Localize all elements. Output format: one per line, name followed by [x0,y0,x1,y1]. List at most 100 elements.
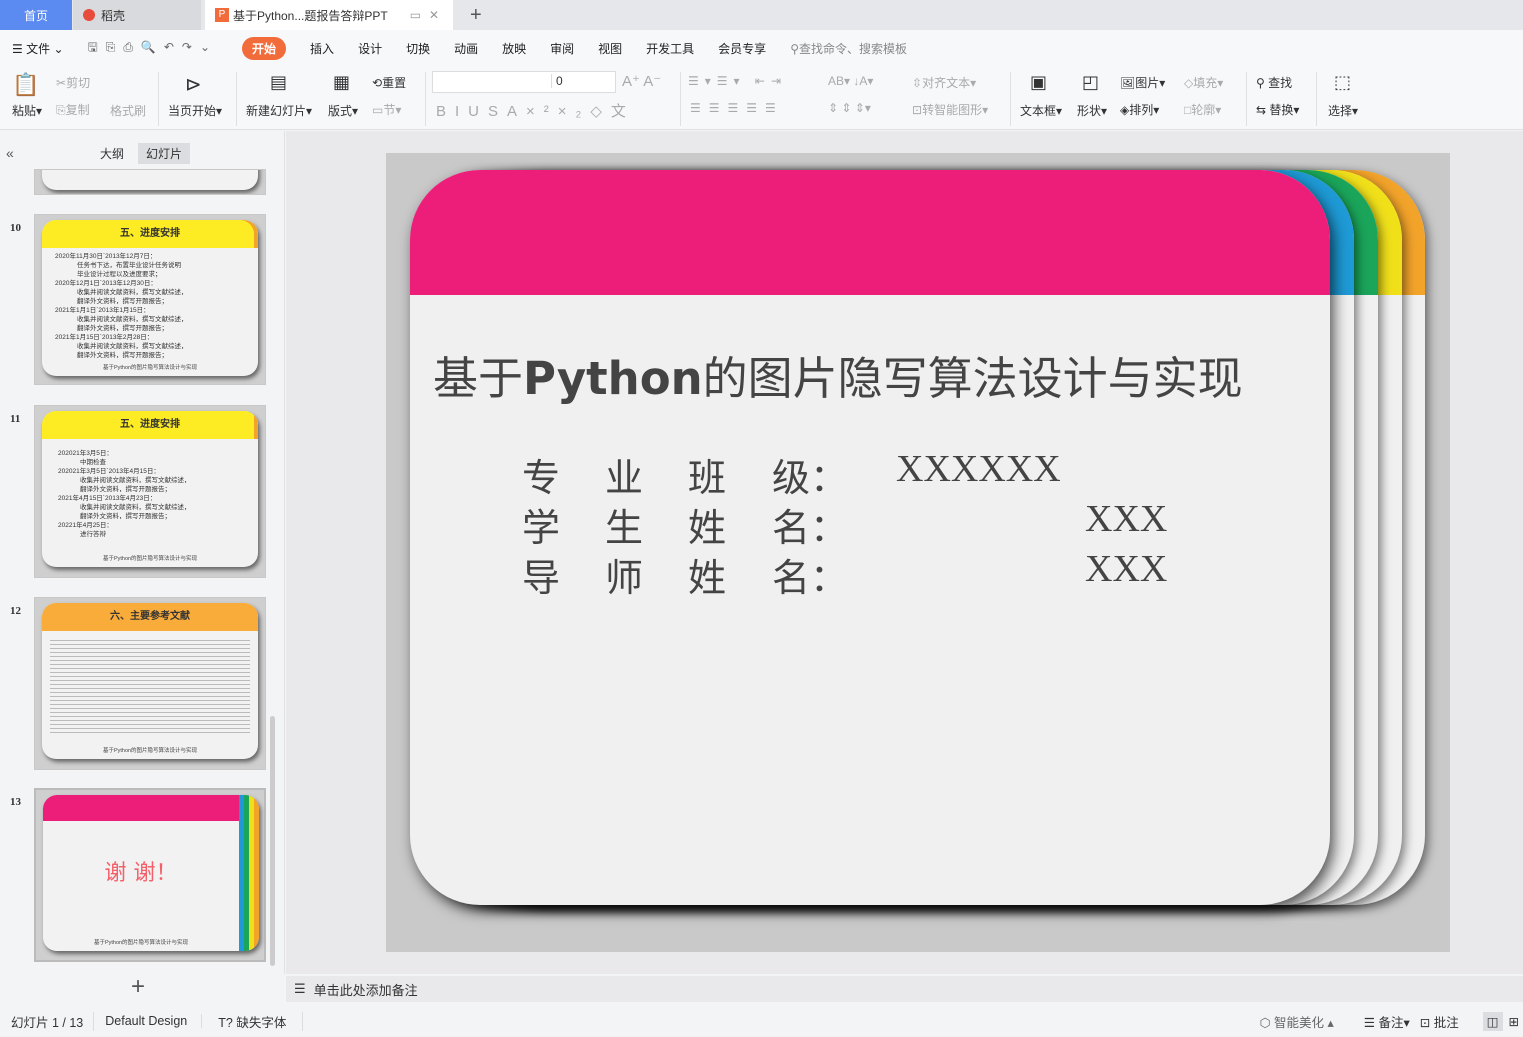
paste-button[interactable]: 粘贴▾ [12,102,42,119]
new-tab-button[interactable]: + [460,0,482,30]
slide-thumbnail-9[interactable] [34,169,266,195]
tab-label: 首页 [23,8,48,23]
thumb-text-line: 翻译外文资料，撰写开题报告； [80,513,171,520]
theme-name[interactable]: Default Design [105,1014,203,1028]
references-text [50,637,250,735]
file-menu[interactable]: ☰ 文件 ⌄ [12,40,64,57]
title-part: 的图片隐写算法设计与实现 [702,352,1243,405]
font-format-buttons[interactable]: BIUSA×²×₂◇文 [436,100,635,121]
align-text-button[interactable]: ⇳对齐文本▾ [912,74,976,91]
tab-docer[interactable]: 稻壳 [73,0,201,30]
notes-toggle-label: 备注 [1378,1015,1404,1030]
slide-thumbnail-10[interactable]: 五、进度安排 2020年11月30日`2013年12月7日： 任务书下达，布置毕业… [34,214,266,385]
close-icon[interactable]: ✕ [429,8,439,22]
new-slide-button[interactable]: 新建幻灯片▾ [246,102,312,119]
notes-area[interactable]: ☰ 单击此处添加备注 [286,976,1523,1002]
tab-slides[interactable]: 幻灯片 [138,143,191,164]
tab-document[interactable]: P 基于Python...题报告答辩PPT ▭ ✕ [205,0,453,30]
format-painter-button[interactable]: 格式刷 [110,102,146,119]
slide-thumbnail-11[interactable]: 五、进度安排 202021年3月5日： 中期检查 202021年3月5日`2013年… [34,405,266,578]
title-bold-part: Python [523,352,703,405]
notes-icon: ☰ [294,981,306,996]
slide-thumbnail-13[interactable]: 谢 谢！ 基于Python的图片隐写算法设计与实现 [34,788,266,962]
student-name-value: XXX [1085,498,1168,540]
slide-thumbnail-12[interactable]: 六、主要参考文献 基于Python的图片隐写算法设计与实现 [34,597,266,770]
layout-icon: ▦ [333,72,351,92]
find-label: 查找 [1268,76,1293,90]
select-button[interactable]: 选择▾ [1328,102,1358,119]
align-buttons[interactable]: ☰☰☰☰☰ [690,101,784,115]
search-icon: ⚲ [790,41,799,56]
font-grow-shrink[interactable]: A⁺ A⁻ [622,72,661,90]
sorter-view-icon[interactable]: ⊞ [1509,1014,1519,1029]
cut-button[interactable]: ✂剪切 [56,74,90,91]
tab-animation[interactable]: 动画 [454,40,478,57]
arrange-button[interactable]: ◈排列▾ [1120,101,1159,118]
field-label: 姓 [688,506,727,550]
tab-developer[interactable]: 开发工具 [646,40,694,57]
window-icon[interactable]: ▭ [410,8,421,22]
tab-slideshow[interactable]: 放映 [502,40,526,57]
reset-button[interactable]: ⟲重置 [372,74,406,91]
collapse-panel-icon[interactable]: « [6,145,14,161]
normal-view-icon[interactable]: ◫ [1482,1011,1503,1031]
picture-button[interactable]: 🖼图片▾ [1120,74,1165,91]
thumb-title: 五、进度安排 [42,220,258,248]
thumb-text-line: 20221年4月25日： [58,522,113,529]
outline-button[interactable]: □轮廓▾ [1184,101,1221,118]
replace-button[interactable]: ⇆ 替换▾ [1256,101,1299,118]
arrange-label: 排列 [1129,103,1154,117]
format-painter-label: 格式刷 [110,104,147,118]
fill-button[interactable]: ◇填充▾ [1184,74,1223,91]
tab-transition[interactable]: 切换 [406,40,430,57]
tab-view[interactable]: 视图 [598,40,622,57]
comment-button[interactable]: ⊡ 批注 [1420,1012,1459,1031]
layout-button[interactable]: 版式▾ [328,102,358,119]
slide-number: 10 [10,222,21,234]
missing-font-label: 缺失字体 [236,1015,287,1030]
find-button[interactable]: ⚲ 查找 [1256,74,1292,91]
search-placeholder: 查找命令、搜索模板 [798,41,907,56]
thumb-footer: 基于Python的图片隐写算法设计与实现 [102,365,198,371]
tab-start[interactable]: 开始 [242,36,287,60]
slide-title[interactable]: 基于Python的图片隐写算法设计与实现 [433,342,1243,407]
text-direction-buttons[interactable]: AB▾ ↓A▾ [828,74,873,88]
line-spacing-buttons[interactable]: ⇕ ⇕ ⇕▾ [828,101,871,115]
paste-icon: 📋 [12,72,40,97]
command-search[interactable]: ⚲查找命令、搜索模板 [790,40,907,57]
comment-label: 批注 [1433,1015,1459,1030]
section-button[interactable]: ▭节▾ [372,101,401,118]
thumb-text-line: 2021年1月1日`2013年1月15日： [55,307,150,314]
beautify-label: 智能美化 [1273,1015,1324,1030]
tab-member[interactable]: 会员专享 [718,40,766,57]
font-size-select[interactable]: 0 [551,74,563,88]
beautify-button[interactable]: ⬡ 智能美化 ▴ [1260,1012,1334,1031]
tab-insert[interactable]: 插入 [310,40,334,57]
tab-design[interactable]: 设计 [358,40,382,57]
notes-toggle-button[interactable]: ☰ 备注▾ [1364,1012,1410,1031]
tab-outline[interactable]: 大纲 [100,145,124,162]
font-family-select[interactable]: 0 [432,71,616,93]
docer-icon [83,9,95,21]
copy-button[interactable]: ⎘复制 [56,101,90,118]
field-label: 班 [688,456,727,500]
menu-bar: ☰ 文件 ⌄ 🖫⎘⎙🔍↶↷⌄ 开始 插入 设计 切换 动画 放映 审阅 视图 开… [0,30,1523,66]
shape-button[interactable]: 形状▾ [1077,102,1107,119]
tab-home[interactable]: 首页 [0,0,72,30]
textbox-button[interactable]: 文本框▾ [1020,102,1062,119]
tab-review[interactable]: 审阅 [550,40,574,57]
add-slide-button[interactable]: + [131,973,145,1001]
panel-scrollbar[interactable] [270,716,275,966]
thumb-text-line: 任务书下达，布置毕业设计任务说明 [77,262,181,269]
new-slide-icon: ▤ [270,72,288,92]
thumb-footer: 基于Python的图片隐写算法设计与实现 [102,748,198,754]
field-label: 专 [522,456,561,500]
thumb-title: 五、进度安排 [42,411,258,439]
missing-font-button[interactable]: T? 缺失字体 [218,1011,304,1031]
advisor-name-value: XXX [1085,548,1168,590]
thumb-body: 2020年11月30日`2013年12月7日： 任务书下达，布置毕业设计任务说明毕… [42,248,258,360]
replace-label: 替换 [1269,103,1294,117]
smartart-button[interactable]: ⊡转智能图形▾ [912,101,988,118]
play-from-current-button[interactable]: 当页开始▾ [168,102,222,119]
list-buttons[interactable]: ☰▾☰▾ ⇤⇥ [688,74,787,88]
